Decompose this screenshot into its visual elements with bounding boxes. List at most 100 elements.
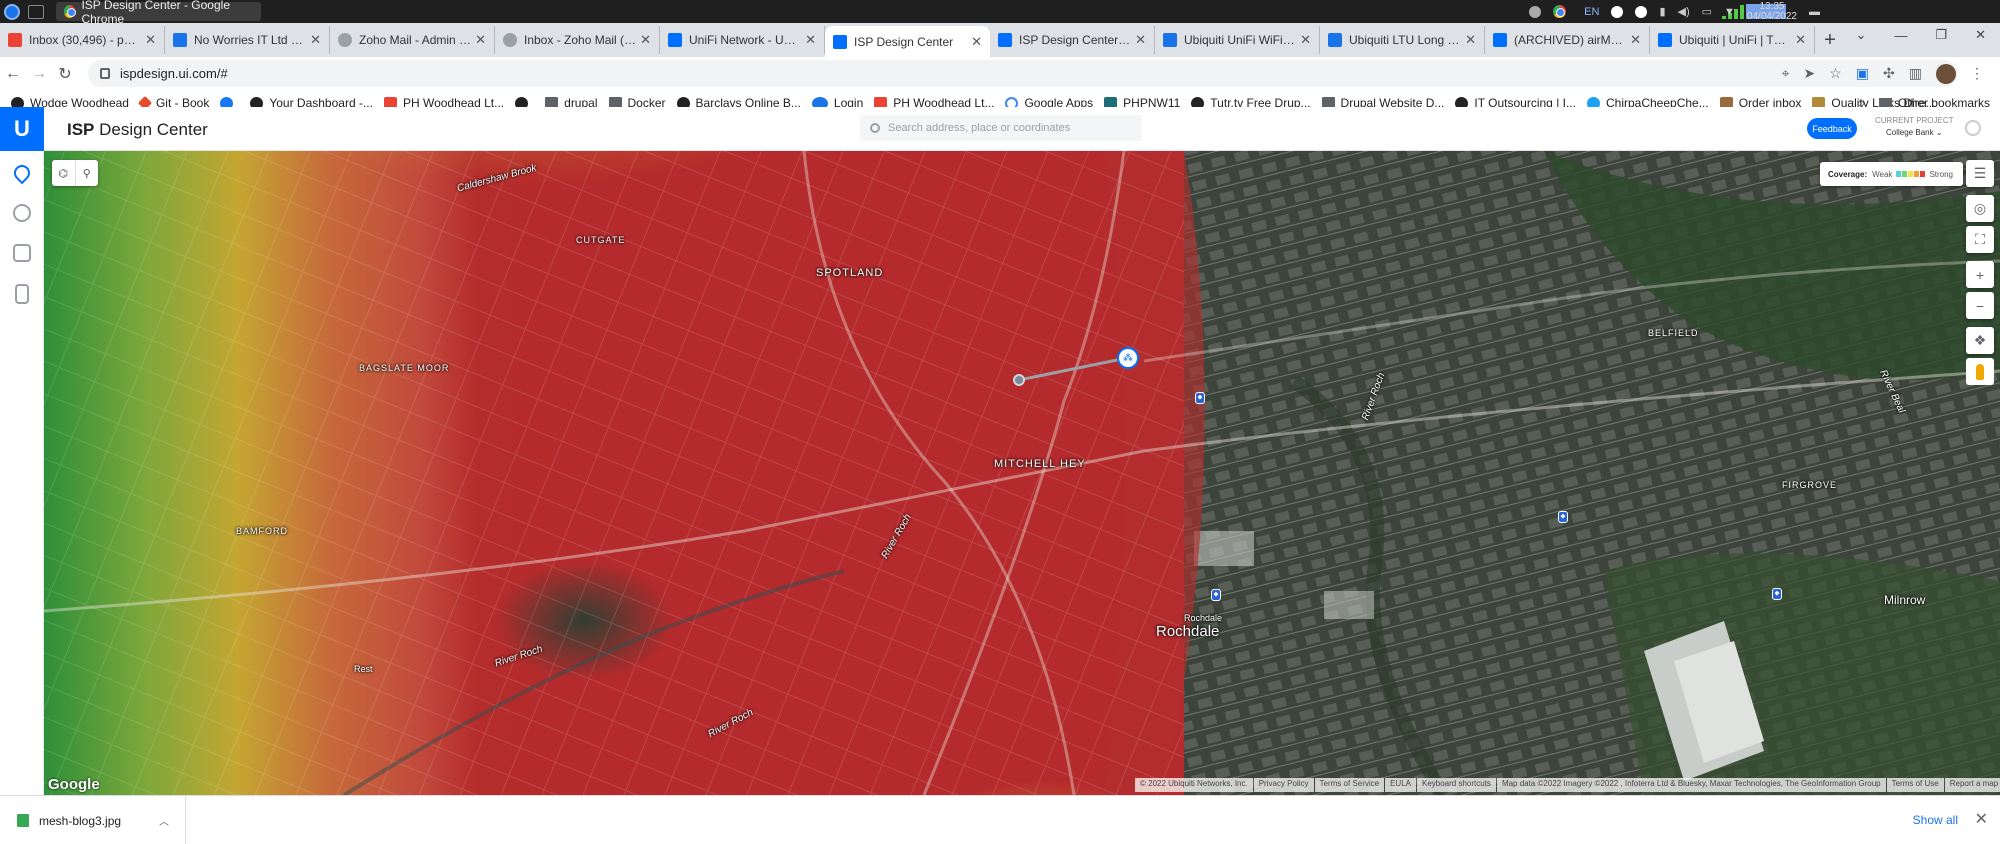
close-tab-icon[interactable]: ✕ xyxy=(640,32,651,48)
close-window-icon[interactable]: ✕ xyxy=(1975,27,1986,43)
extension-icon[interactable]: ▣ xyxy=(1856,65,1869,82)
tray-block-icon[interactable] xyxy=(1635,5,1648,18)
measure-icon[interactable]: ⚲ xyxy=(76,160,99,186)
tab-unifi-network[interactable]: UniFi Network - UDMPR...✕ xyxy=(660,26,825,54)
menu-icon[interactable]: ☰ xyxy=(1966,160,1994,187)
tray-screen-icon[interactable]: ▭ xyxy=(1702,5,1712,18)
window-controls: ⌄ — ❐ ✕ xyxy=(1856,23,2000,47)
map-view[interactable]: Caldershaw Brook CUTGATE SPOTLAND BAGSLA… xyxy=(44,151,2000,795)
chevron-up-icon[interactable]: ︿ xyxy=(159,813,169,828)
client-device-marker[interactable] xyxy=(1013,374,1025,386)
user-icon[interactable] xyxy=(1965,120,1981,136)
device-icon[interactable] xyxy=(13,244,31,262)
unifi-icon xyxy=(668,33,682,47)
draw-link-icon[interactable]: ⌬ xyxy=(52,160,76,186)
tray-notes-icon[interactable]: ▬ xyxy=(1809,6,1820,18)
transit-pin-icon[interactable]: ⬥ xyxy=(1195,392,1205,404)
close-tab-icon[interactable]: ✕ xyxy=(475,32,486,48)
access-point-marker[interactable]: ⁂ xyxy=(1117,347,1139,369)
tab-ltu[interactable]: Ubiquiti LTU Long Rang...✕ xyxy=(1320,26,1485,54)
send-icon[interactable]: ➤ xyxy=(1804,65,1816,82)
transit-pin-icon[interactable]: ⬥ xyxy=(1558,511,1568,523)
google-logo: Google xyxy=(48,776,100,793)
fullscreen-icon[interactable]: ⛶ xyxy=(1966,226,1994,253)
lock-icon[interactable] xyxy=(100,68,110,79)
tray-status-icon[interactable] xyxy=(1529,5,1542,18)
close-tab-icon[interactable]: ✕ xyxy=(1630,32,1641,48)
layers-icon[interactable]: ❖ xyxy=(1966,327,1994,354)
show-all-downloads-link[interactable]: Show all xyxy=(1913,813,1958,827)
privacy-policy-link[interactable]: Privacy Policy xyxy=(1253,778,1314,792)
project-selector[interactable]: CURRENT PROJECT College Bank ⌄ xyxy=(1875,115,1954,139)
location-pin-icon[interactable] xyxy=(10,161,34,185)
back-icon[interactable]: ← xyxy=(0,65,26,83)
calculator-icon[interactable] xyxy=(15,284,29,304)
keyboard-shortcuts-link[interactable]: Keyboard shortcuts xyxy=(1417,778,1496,792)
location-icon[interactable]: ⌖ xyxy=(1782,65,1790,82)
close-tab-icon[interactable]: ✕ xyxy=(1135,32,1146,48)
tab-airmax[interactable]: (ARCHIVED) airMAX - Co...✕ xyxy=(1485,26,1650,54)
reload-icon[interactable]: ↻ xyxy=(52,64,78,84)
tab-isp-design-center-2[interactable]: ISP Design Center | Ubi...✕ xyxy=(990,26,1155,54)
tray-battery-icon[interactable]: ▮ xyxy=(1659,5,1665,18)
map-data-text: Map data ©2022 Imagery ©2022 , Infoterra… xyxy=(1496,778,1886,792)
tab-calendar[interactable]: No Worries IT Ltd – Cale...✕ xyxy=(165,26,330,54)
tab-zoho-inbox[interactable]: Inbox - Zoho Mail (paul...✕ xyxy=(495,26,660,54)
transit-pin-icon[interactable]: ⬥ xyxy=(1772,588,1782,600)
puzzle-icon[interactable]: ✣ xyxy=(1883,65,1895,82)
terms-of-service-link[interactable]: Terms of Service xyxy=(1314,778,1385,792)
minimize-icon[interactable]: — xyxy=(1894,28,1907,43)
omnibox-actions: ⌖ ➤ ☆ ▣ ✣ ▥ ⋮ xyxy=(1782,57,1984,90)
tab-search-icon[interactable]: ⌄ xyxy=(1856,27,1867,43)
close-tab-icon[interactable]: ✕ xyxy=(971,34,982,50)
close-icon[interactable]: ✕ xyxy=(1975,809,1988,829)
close-tab-icon[interactable]: ✕ xyxy=(1465,32,1476,48)
clock[interactable]: 13:35 04/04/2022 xyxy=(1747,1,1797,22)
close-tab-icon[interactable]: ✕ xyxy=(310,32,321,48)
forward-icon[interactable]: → xyxy=(26,65,52,83)
tray-volume-icon[interactable]: ◀) xyxy=(1678,5,1690,18)
terms-of-use-link[interactable]: Terms of Use xyxy=(1886,778,1944,792)
url-input[interactable]: ispdesign.ui.com/# xyxy=(88,60,1958,87)
map-label: Rest xyxy=(354,664,373,674)
transit-pin-icon[interactable]: ⬥ xyxy=(1211,589,1221,601)
tab-unifi-wifi[interactable]: Ubiquiti UniFi WiFi Base...✕ xyxy=(1155,26,1320,54)
tray-arrow-icon[interactable]: ▼ xyxy=(1724,6,1735,18)
profile-avatar[interactable] xyxy=(1936,63,1956,84)
street-view-pegman-icon[interactable] xyxy=(1966,358,1994,385)
tray-chrome-icon[interactable] xyxy=(1553,5,1567,18)
report-map-error-link[interactable]: Report a map error xyxy=(1944,778,2000,792)
zoom-in-icon[interactable]: + xyxy=(1966,261,1994,288)
tab-zoho-admin[interactable]: Zoho Mail - Admin Cons...✕ xyxy=(330,26,495,54)
taskbar-window-item[interactable]: ISP Design Center - Google Chrome xyxy=(56,0,261,26)
network-icon[interactable] xyxy=(13,204,31,222)
tab-gmail[interactable]: Inbox (30,496) - paul@n...✕ xyxy=(0,26,165,54)
tray-network-icon[interactable] xyxy=(1611,5,1624,18)
eula-link[interactable]: EULA xyxy=(1385,778,1416,792)
close-tab-icon[interactable]: ✕ xyxy=(145,32,156,48)
map-label: SPOTLAND xyxy=(816,267,884,279)
map-attribution: © 2022 Ubiquiti Networks, Inc. Privacy P… xyxy=(1134,778,2000,792)
ubiquiti-logo-icon[interactable]: U xyxy=(0,107,44,151)
menu-dots-icon[interactable]: ⋮ xyxy=(1970,65,1984,82)
os-menu-icon[interactable] xyxy=(4,3,20,20)
close-tab-icon[interactable]: ✕ xyxy=(805,32,816,48)
restore-icon[interactable]: ❐ xyxy=(1935,27,1947,43)
workspace-icon[interactable] xyxy=(28,4,44,19)
search-input[interactable]: Search address, place or coordinates xyxy=(860,115,1142,141)
app-title: ISP Design Center xyxy=(67,120,208,139)
bookmark-star-icon[interactable]: ☆ xyxy=(1829,65,1842,82)
sidepanel-icon[interactable]: ▥ xyxy=(1909,65,1922,82)
map-label: Rochdale xyxy=(1184,613,1223,623)
close-tab-icon[interactable]: ✕ xyxy=(1795,32,1806,48)
my-location-icon[interactable]: ◎ xyxy=(1966,195,1994,222)
coverage-swatch xyxy=(1902,171,1908,177)
zoom-out-icon[interactable]: − xyxy=(1966,292,1994,319)
tab-isp-design-center[interactable]: ISP Design Center ✕ xyxy=(825,26,990,57)
download-item[interactable]: mesh-blog3.jpg ︿ xyxy=(0,796,186,844)
tray-language[interactable]: EN xyxy=(1584,6,1599,18)
feedback-button[interactable]: Feedback xyxy=(1807,118,1857,139)
new-tab-button[interactable]: + xyxy=(1815,26,1845,54)
tab-unifi-store[interactable]: Ubiquiti | UniFi | The sta...✕ xyxy=(1650,26,1815,54)
close-tab-icon[interactable]: ✕ xyxy=(1300,32,1311,48)
